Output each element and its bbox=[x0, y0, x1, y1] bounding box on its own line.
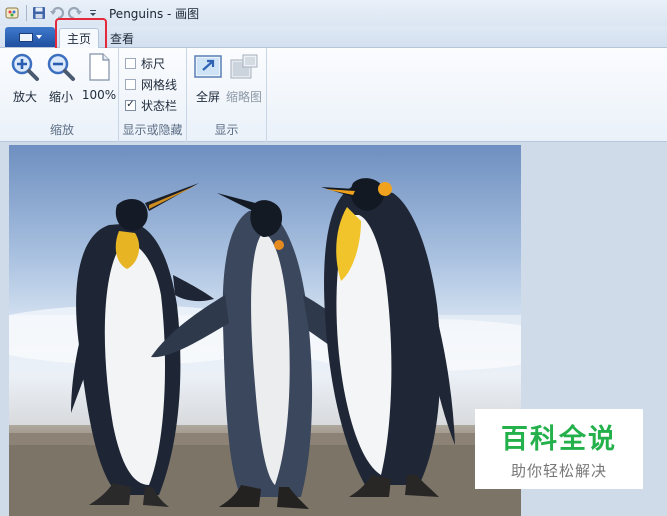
gridlines-check-box[interactable] bbox=[125, 78, 136, 90]
save-icon[interactable] bbox=[31, 5, 47, 21]
actual-size-button[interactable]: 100% bbox=[82, 52, 116, 102]
title-bar: Penguins - 画图 bbox=[0, 0, 667, 26]
watermark-badge: 百科全说 助你轻松解决 bbox=[475, 409, 643, 489]
thumbnail-button[interactable]: 缩略图 bbox=[226, 52, 262, 105]
tab-home[interactable]: 主页 bbox=[59, 28, 100, 49]
watermark-subtitle: 助你轻松解决 bbox=[510, 462, 607, 480]
statusbar-check-box[interactable]: ✓ bbox=[125, 99, 136, 111]
paint-app-icon[interactable] bbox=[4, 5, 20, 21]
undo-icon[interactable] bbox=[49, 5, 65, 21]
display-group: 全屏 缩略图 显示 bbox=[187, 48, 267, 142]
qat-separator bbox=[26, 5, 27, 21]
penguins-image bbox=[9, 178, 521, 516]
zoom-group: 放大 缩小 100% 缩放 bbox=[6, 48, 119, 142]
paint-menu-button[interactable] bbox=[5, 27, 55, 47]
window-title: Penguins - 画图 bbox=[109, 6, 200, 21]
show-hide-group-label: 显示或隐藏 bbox=[122, 123, 183, 137]
rulers-check-box[interactable] bbox=[125, 57, 136, 69]
customize-qat-icon[interactable] bbox=[85, 5, 101, 21]
ribbon-tab-row: 主页 查看 bbox=[0, 26, 667, 49]
thumbnail-icon bbox=[229, 52, 259, 82]
tab-view[interactable]: 查看 bbox=[103, 28, 141, 49]
gridlines-checkbox[interactable]: 网格线 bbox=[125, 75, 177, 93]
zoom-in-button[interactable]: 放大 bbox=[8, 52, 42, 105]
statusbar-checkbox[interactable]: ✓ 状态栏 bbox=[125, 96, 177, 114]
chevron-down-icon bbox=[35, 35, 42, 39]
fullscreen-icon bbox=[193, 52, 223, 82]
rulers-checkbox[interactable]: 标尺 bbox=[125, 54, 165, 72]
display-group-label: 显示 bbox=[214, 123, 239, 137]
document-icon bbox=[18, 32, 33, 42]
watermark-title: 百科全说 bbox=[501, 424, 617, 455]
zoom-in-icon bbox=[10, 52, 40, 82]
page-icon bbox=[84, 52, 114, 82]
fullscreen-button[interactable]: 全屏 bbox=[191, 52, 225, 105]
zoom-group-label: 缩放 bbox=[49, 123, 74, 137]
ribbon: 放大 缩小 100% 缩放 标尺 网格线 ✓ 状态栏 显示或隐藏 全屏 缩略图 … bbox=[0, 48, 667, 142]
show-hide-group: 标尺 网格线 ✓ 状态栏 显示或隐藏 bbox=[119, 48, 187, 142]
zoom-out-button[interactable]: 缩小 bbox=[44, 52, 78, 105]
zoom-out-icon bbox=[46, 52, 76, 82]
image-canvas[interactable] bbox=[9, 145, 521, 516]
redo-icon[interactable] bbox=[67, 5, 83, 21]
